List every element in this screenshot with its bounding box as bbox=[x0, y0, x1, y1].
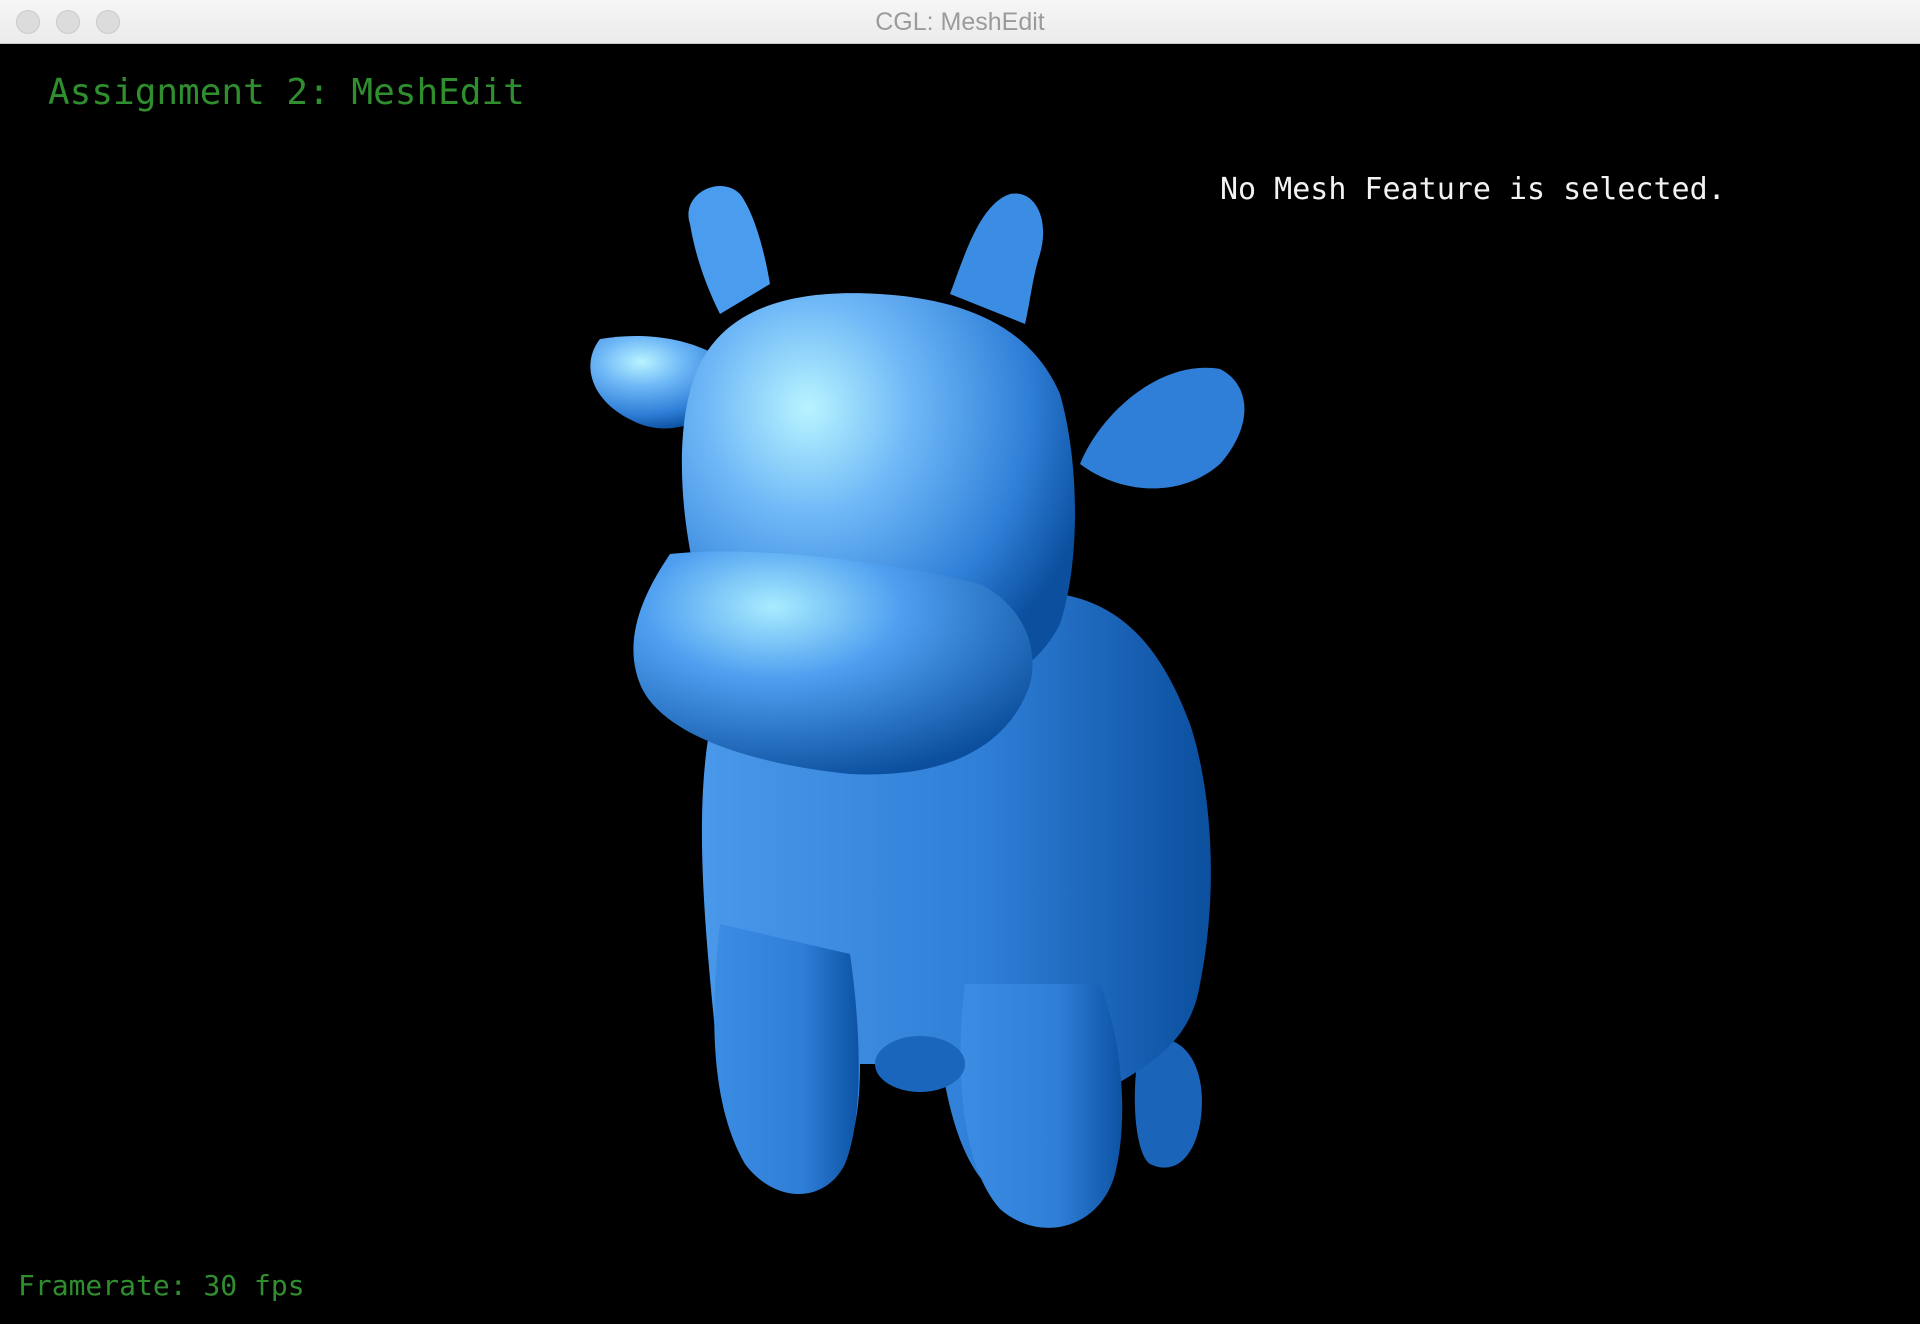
framerate-readout: Framerate: 30 fps bbox=[18, 1269, 305, 1302]
cow-front-leg-left bbox=[714, 924, 859, 1194]
cow-mesh-model[interactable] bbox=[560, 164, 1260, 1314]
cow-front-leg-right bbox=[960, 984, 1123, 1228]
assignment-title: Assignment 2: MeshEdit bbox=[48, 72, 525, 113]
app-window: CGL: MeshEdit Assignment 2: MeshEdit No … bbox=[0, 0, 1920, 1324]
window-title: CGL: MeshEdit bbox=[875, 8, 1045, 36]
cow-snout bbox=[633, 551, 1033, 775]
render-viewport[interactable]: Assignment 2: MeshEdit No Mesh Feature i… bbox=[0, 44, 1920, 1324]
selection-status: No Mesh Feature is selected. bbox=[1220, 172, 1726, 207]
cow-horn-left bbox=[688, 185, 770, 314]
cow-ear-right bbox=[1080, 367, 1245, 489]
cow-horn-right bbox=[950, 193, 1044, 324]
cow-udder bbox=[875, 1036, 965, 1092]
title-bar[interactable]: CGL: MeshEdit bbox=[0, 0, 1920, 44]
